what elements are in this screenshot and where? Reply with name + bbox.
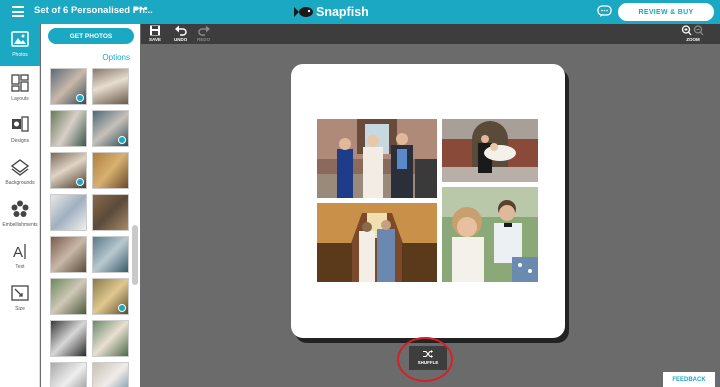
- photo-thumbnail[interactable]: [50, 278, 87, 315]
- photo-thumbnail[interactable]: [50, 110, 87, 147]
- rail-label: Designs: [10, 138, 30, 144]
- photo-thumbnail[interactable]: [92, 194, 129, 231]
- editor-toolbar: SAVE UNDO REDO ZOOM: [141, 24, 720, 44]
- used-check-icon: [76, 178, 84, 186]
- fish-logo-icon: [294, 7, 313, 17]
- rail-item-embellishments[interactable]: Embellishments: [0, 194, 40, 236]
- family-portrait-photo: [317, 119, 437, 198]
- zoom-control[interactable]: ZOOM: [681, 25, 705, 42]
- rail-label: Backgrounds: [5, 180, 35, 186]
- redo-button[interactable]: REDO: [197, 25, 210, 42]
- photo-slot[interactable]: [317, 203, 437, 282]
- photo-thumbnail[interactable]: [50, 236, 87, 273]
- bride-laughing-photo: [442, 187, 538, 282]
- designs-icon: [12, 116, 29, 132]
- tool-rail: Photos Layouts Designs Backgrounds Embel…: [0, 24, 40, 387]
- highlight-annotation-circle: [397, 337, 453, 382]
- zoom-label: ZOOM: [686, 37, 700, 42]
- product-page-canvas[interactable]: [291, 64, 565, 338]
- photo-slot[interactable]: [442, 187, 538, 282]
- photo-thumbnail[interactable]: [92, 236, 129, 273]
- chat-icon[interactable]: [597, 5, 612, 18]
- brand-name: Snapfish: [316, 5, 369, 19]
- svg-text:A: A: [13, 244, 23, 261]
- photo-thumbnail[interactable]: [92, 278, 129, 315]
- photos-panel: GET PHOTOS Options: [41, 24, 140, 387]
- redo-icon: [197, 25, 210, 36]
- photo-thumbnail[interactable]: [50, 362, 87, 387]
- rail-item-size[interactable]: Size: [0, 278, 40, 320]
- snapfish-logo: Snapfish: [294, 4, 369, 20]
- rail-item-backgrounds[interactable]: Backgrounds: [0, 152, 40, 194]
- photo-thumbnail[interactable]: [92, 152, 129, 189]
- couple-church-door-photo: [442, 119, 538, 182]
- photo-slot[interactable]: [317, 119, 437, 198]
- rail-item-designs[interactable]: Designs: [0, 110, 40, 152]
- size-icon: [11, 285, 29, 301]
- photo-thumbnail[interactable]: [50, 152, 87, 189]
- used-check-icon: [76, 94, 84, 102]
- rail-label: Embellishments: [2, 222, 38, 228]
- rail-item-layouts[interactable]: Layouts: [0, 68, 40, 110]
- undo-label: UNDO: [174, 37, 188, 42]
- photo-thumbnail[interactable]: [50, 68, 87, 105]
- review-and-buy-button[interactable]: REVIEW & BUY: [618, 3, 714, 21]
- photo-slot[interactable]: [442, 119, 538, 182]
- rail-label: Size: [15, 306, 25, 312]
- get-photos-button[interactable]: GET PHOTOS: [48, 28, 134, 44]
- used-check-icon: [118, 304, 126, 312]
- hamburger-menu-icon[interactable]: [12, 6, 24, 17]
- photo-thumbnail[interactable]: [50, 194, 87, 231]
- rail-label: Photos: [12, 52, 28, 58]
- layouts-icon: [11, 74, 29, 92]
- text-icon: A: [13, 244, 26, 261]
- photo-thumbnail[interactable]: [92, 362, 129, 387]
- save-button[interactable]: SAVE: [149, 25, 161, 42]
- photo-thumbnail[interactable]: [92, 110, 129, 147]
- rail-label: Layouts: [11, 96, 29, 102]
- photo-thumbnail[interactable]: [50, 320, 87, 357]
- backgrounds-icon: [10, 159, 30, 176]
- church-aisle-photo: [317, 203, 437, 282]
- save-icon: [150, 25, 160, 36]
- rail-label: Text: [15, 264, 25, 270]
- photos-icon: [11, 31, 29, 47]
- panel-scrollbar[interactable]: [132, 225, 138, 285]
- undo-button[interactable]: UNDO: [174, 25, 187, 42]
- photo-thumbnail[interactable]: [92, 68, 129, 105]
- undo-icon: [174, 25, 187, 36]
- embellishments-icon: [11, 200, 29, 217]
- redo-label: REDO: [197, 37, 211, 42]
- photo-thumbnail[interactable]: [92, 320, 129, 357]
- used-check-icon: [118, 136, 126, 144]
- feedback-button[interactable]: FEEDBACK: [663, 372, 715, 387]
- zoom-icon: [681, 25, 704, 36]
- options-link[interactable]: Options: [102, 53, 130, 62]
- save-label: SAVE: [149, 37, 161, 42]
- rail-item-text[interactable]: A Text: [0, 236, 40, 278]
- top-bar: Set of 6 Personalised Ph... ••• Snapfish…: [0, 0, 720, 24]
- rail-item-photos[interactable]: Photos: [0, 24, 40, 66]
- more-options-button[interactable]: •••: [134, 3, 149, 15]
